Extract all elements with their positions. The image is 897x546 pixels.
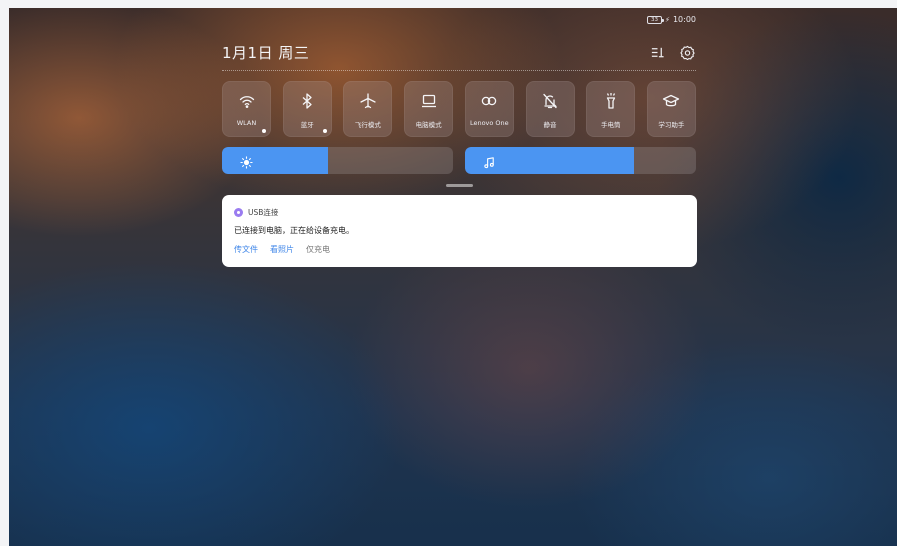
bell-off-icon [541, 92, 559, 110]
toggle-label: WLAN [236, 119, 257, 127]
charge-only-button[interactable]: 仅充电 [306, 244, 330, 255]
notification-message: 已连接到电脑，正在给设备充电。 [234, 226, 354, 235]
status-time: 10:00 [672, 15, 696, 24]
notification-app-name: USB连接 [248, 208, 279, 217]
brightness-level [222, 147, 329, 174]
brightness-slider[interactable] [222, 147, 453, 174]
toggle-label: 学习助手 [658, 121, 685, 129]
infinity-icon [480, 92, 498, 110]
charging-icon: ⚡ [665, 15, 670, 24]
toggle-label: Lenovo One [469, 119, 509, 127]
graduation-cap-icon [662, 92, 680, 110]
gear-icon[interactable] [679, 44, 695, 60]
usb-app-icon [234, 208, 243, 217]
status-bar: 33 ⚡ 10:00 [647, 15, 696, 24]
notification-shade: 33 ⚡ 10:00 1月1日 周三 WLAN 蓝牙 飞行模式 电脑模式 Len… [9, 8, 897, 546]
toggle-label: 静音 [543, 121, 557, 129]
transfer-files-button[interactable]: 传文件 [234, 244, 258, 255]
quick-toggles: WLAN 蓝牙 飞行模式 电脑模式 Lenovo One 静音 手电筒 学习助手 [222, 81, 696, 137]
more-indicator [262, 129, 266, 133]
toggle-pc-mode[interactable]: 电脑模式 [404, 81, 454, 137]
toggle-study-assistant[interactable]: 学习助手 [646, 81, 696, 137]
toggle-wlan[interactable]: WLAN [222, 81, 271, 137]
notification-actions: 传文件 看照片 仅充电 [234, 244, 330, 255]
more-indicator [322, 129, 327, 133]
view-photos-button[interactable]: 看照片 [270, 244, 294, 255]
music-note-icon [483, 154, 496, 169]
battery-level: 33 [651, 16, 659, 23]
toggle-label: 飞行模式 [354, 121, 381, 129]
sun-icon [240, 154, 253, 169]
laptop-icon [420, 92, 438, 110]
toggle-label: 手电筒 [600, 121, 621, 129]
toggle-label: 蓝牙 [300, 121, 314, 129]
toggle-airplane[interactable]: 飞行模式 [343, 81, 393, 137]
date-label: 1月1日 周三 [222, 44, 310, 62]
toggle-label: 电脑模式 [415, 121, 442, 129]
edit-toggles-icon[interactable] [649, 44, 665, 60]
toggle-lenovo-one[interactable]: Lenovo One [464, 81, 514, 137]
bluetooth-icon [298, 92, 316, 110]
volume-slider[interactable] [465, 147, 696, 174]
toggle-mute[interactable]: 静音 [525, 81, 575, 137]
wifi-icon [238, 92, 256, 110]
header-divider [222, 70, 696, 71]
drag-handle[interactable] [446, 184, 473, 187]
flashlight-icon [602, 92, 620, 110]
toggle-bluetooth[interactable]: 蓝牙 [282, 81, 332, 137]
usb-notification[interactable]: USB连接 已连接到电脑，正在给设备充电。 传文件 看照片 仅充电 [222, 195, 697, 267]
battery-icon: 33 [647, 15, 665, 24]
notification-header: USB连接 [234, 207, 278, 218]
airplane-icon [359, 92, 377, 110]
toggle-flashlight[interactable]: 手电筒 [586, 81, 636, 137]
